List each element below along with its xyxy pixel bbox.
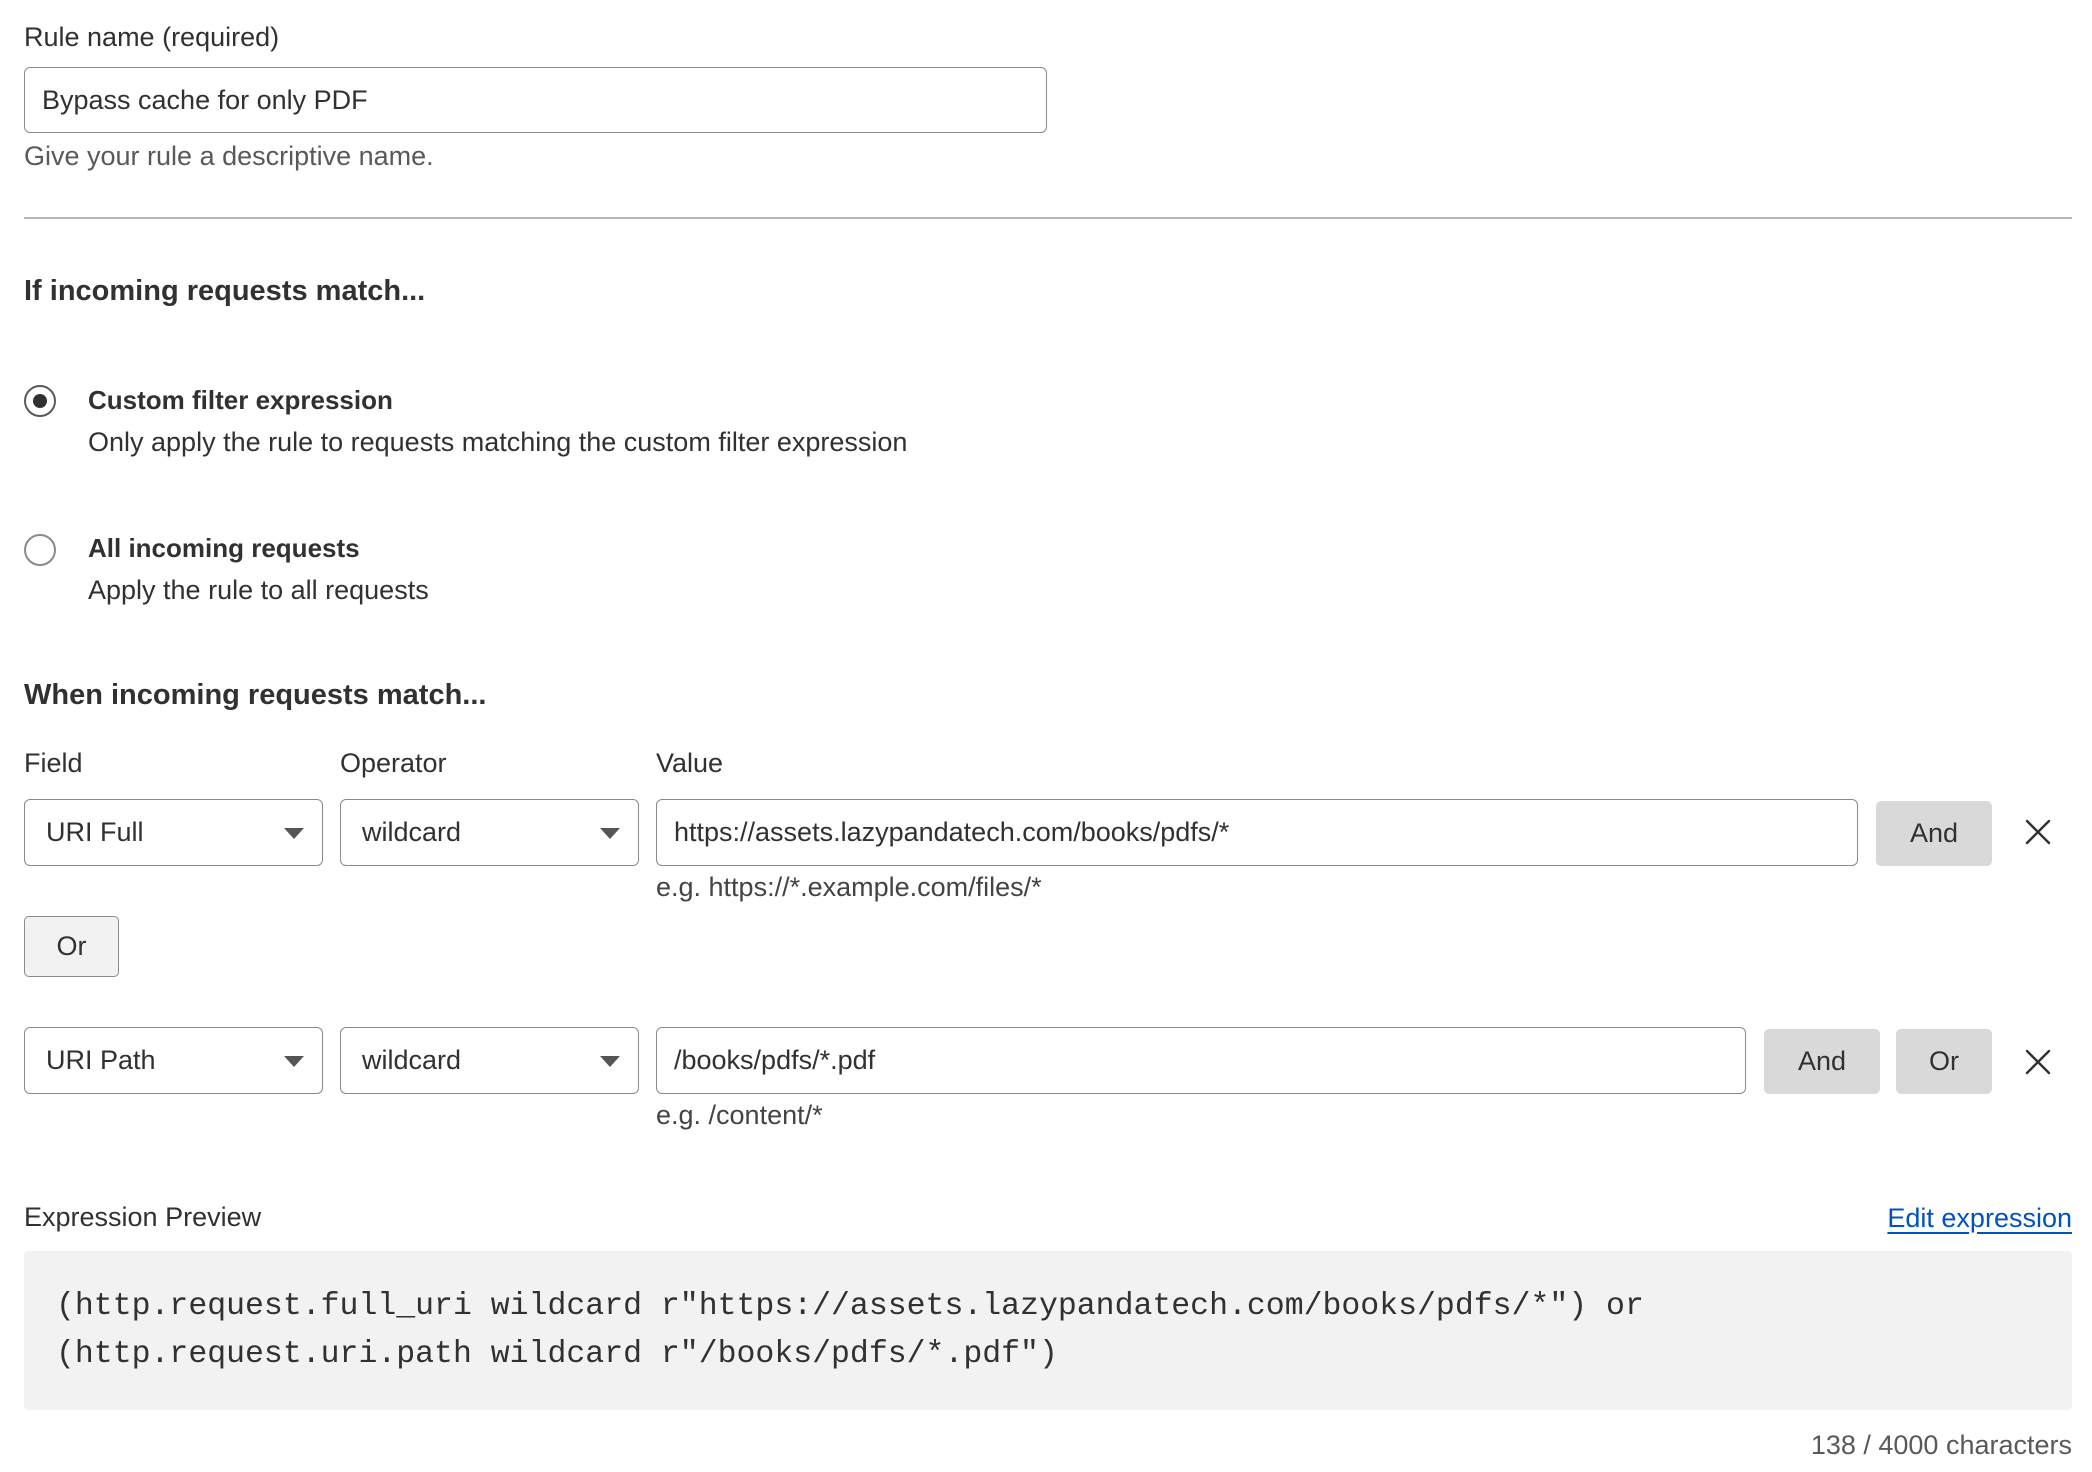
column-label-field: Field	[24, 748, 83, 778]
option-custom-filter-description: Only apply the rule to requests matching…	[88, 427, 908, 457]
column-label-value: Value	[656, 748, 724, 778]
value-hint: e.g. https://*.example.com/files/*	[656, 872, 1042, 902]
field-select[interactable]: URI Full	[24, 799, 323, 866]
expression-preview-line: (http.request.full_uri wildcard r"https:…	[56, 1289, 1644, 1324]
field-select[interactable]: URI Path	[24, 1027, 323, 1094]
chevron-down-icon	[284, 1056, 304, 1067]
chevron-down-icon	[284, 828, 304, 839]
rule-name-label: Rule name (required)	[24, 22, 280, 52]
field-select-value: URI Path	[46, 1045, 156, 1075]
option-custom-filter-title[interactable]: Custom filter expression	[88, 383, 393, 417]
rule-name-input[interactable]	[24, 67, 1047, 133]
value-hint: e.g. /content/*	[656, 1100, 823, 1130]
operator-select-value: wildcard	[362, 817, 462, 847]
radio-all-requests[interactable]	[24, 534, 56, 566]
field-select-value: URI Full	[46, 817, 144, 847]
value-input[interactable]	[656, 1027, 1746, 1094]
value-input[interactable]	[656, 799, 1858, 866]
character-count: 138 / 4000 characters	[1810, 1430, 2072, 1460]
expression-preview-line: (http.request.uri.path wildcard r"/books…	[56, 1337, 1058, 1372]
rule-name-help: Give your rule a descriptive name.	[24, 141, 434, 171]
expression-preview-box: (http.request.full_uri wildcard r"https:…	[24, 1251, 2072, 1410]
expression-preview-label: Expression Preview	[24, 1202, 262, 1232]
builder-heading: When incoming requests match...	[24, 679, 487, 711]
chevron-down-icon	[600, 1056, 620, 1067]
and-button[interactable]: And	[1764, 1029, 1880, 1094]
option-all-requests-title[interactable]: All incoming requests	[88, 531, 360, 565]
close-icon[interactable]	[2025, 819, 2051, 845]
or-button[interactable]: Or	[1896, 1029, 1992, 1094]
match-scope-heading: If incoming requests match...	[24, 275, 426, 307]
column-label-operator: Operator	[340, 748, 447, 778]
chevron-down-icon	[600, 828, 620, 839]
section-divider	[24, 217, 2072, 219]
operator-select[interactable]: wildcard	[340, 1027, 639, 1094]
close-icon[interactable]	[2025, 1049, 2051, 1075]
and-button[interactable]: And	[1876, 801, 1992, 866]
or-group-button[interactable]: Or	[24, 916, 119, 977]
edit-expression-link[interactable]: Edit expression	[1887, 1201, 2072, 1235]
operator-select[interactable]: wildcard	[340, 799, 639, 866]
option-all-requests-description: Apply the rule to all requests	[88, 575, 429, 605]
radio-custom-filter[interactable]	[24, 385, 56, 417]
operator-select-value: wildcard	[362, 1045, 462, 1075]
